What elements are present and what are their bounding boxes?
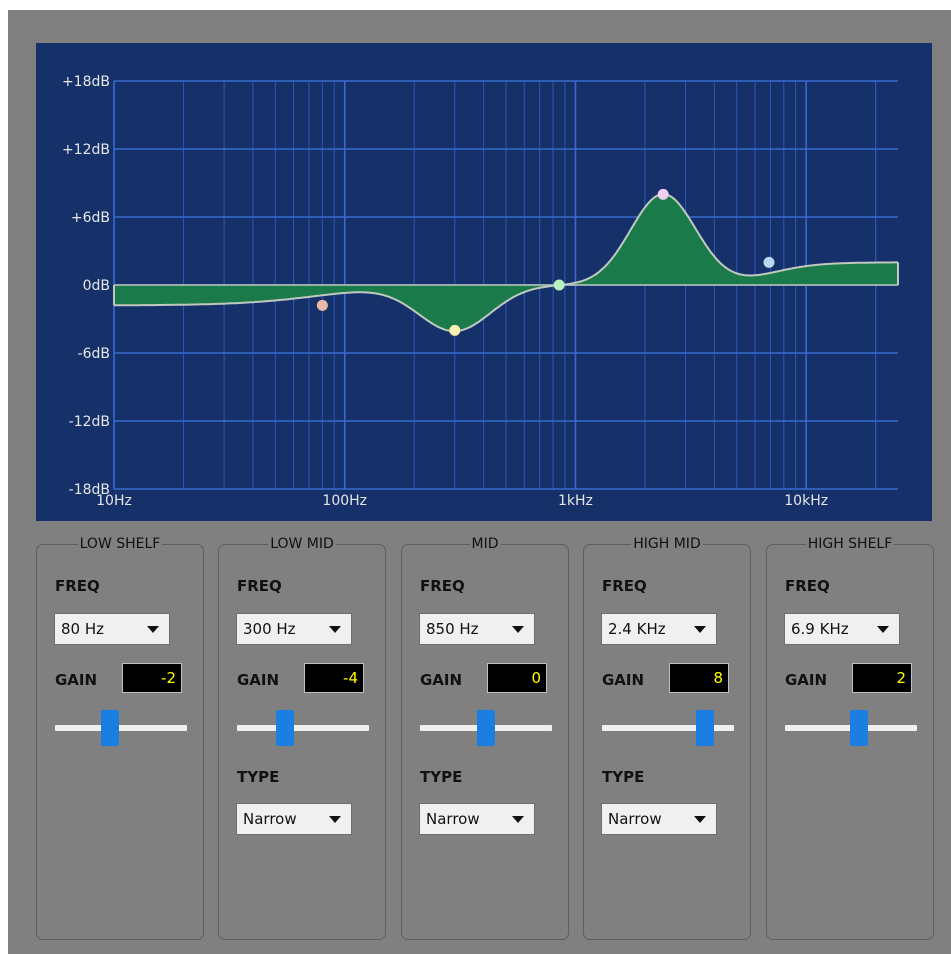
band-handle-dot[interactable] — [763, 256, 775, 268]
type-value: Narrow — [426, 810, 480, 828]
gain-label: GAIN — [237, 671, 280, 689]
chevron-down-icon — [329, 626, 341, 633]
chevron-down-icon — [329, 816, 341, 823]
gain-slider-thumb[interactable] — [275, 710, 294, 746]
gain-slider-thumb[interactable] — [849, 710, 868, 746]
freq-dropdown[interactable]: 80 Hz — [54, 613, 170, 645]
type-dropdown[interactable]: Narrow — [419, 803, 535, 835]
freq-label: FREQ — [420, 577, 465, 595]
x-tick-label: 10kHz — [784, 493, 828, 509]
chevron-down-icon — [512, 816, 524, 823]
band-mid: MID FREQ 850 Hz GAIN 0 TYPE Narrow — [401, 536, 569, 940]
type-value: Narrow — [243, 810, 297, 828]
gain-slider[interactable] — [420, 710, 552, 746]
type-dropdown[interactable]: Narrow — [601, 803, 717, 835]
y-tick-label: -12dB — [69, 414, 110, 430]
y-tick-label: +12dB — [62, 142, 110, 158]
gain-label: GAIN — [785, 671, 828, 689]
freq-label: FREQ — [602, 577, 647, 595]
band-low-shelf: LOW SHELF FREQ 80 Hz GAIN -2 — [36, 536, 204, 940]
band-title: HIGH SHELF — [805, 536, 895, 552]
gain-value[interactable]: -2 — [122, 663, 182, 693]
gain-slider[interactable] — [55, 710, 187, 746]
y-tick-label: 0dB — [83, 278, 110, 294]
gain-label: GAIN — [420, 671, 463, 689]
freq-dropdown[interactable]: 2.4 KHz — [601, 613, 717, 645]
band-title: LOW MID — [268, 536, 336, 552]
band-title: HIGH MID — [631, 536, 703, 552]
x-tick-label: 1kHz — [558, 493, 593, 509]
gain-slider-thumb[interactable] — [695, 710, 714, 746]
band-handle-dot[interactable] — [316, 299, 328, 311]
gain-value[interactable]: 8 — [669, 663, 729, 693]
x-tick-label: 100Hz — [322, 493, 367, 509]
freq-dropdown[interactable]: 850 Hz — [419, 613, 535, 645]
gain-value[interactable]: 2 — [852, 663, 912, 693]
band-high-shelf: HIGH SHELF FREQ 6.9 KHz GAIN 2 — [766, 536, 934, 940]
chevron-down-icon — [694, 816, 706, 823]
chevron-down-icon — [694, 626, 706, 633]
band-low-mid: LOW MID FREQ 300 Hz GAIN -4 TYPE Narrow — [218, 536, 386, 940]
band-high-mid: HIGH MID FREQ 2.4 KHz GAIN 8 TYPE Narrow — [583, 536, 751, 940]
gain-label: GAIN — [55, 671, 98, 689]
type-label: TYPE — [602, 768, 645, 786]
y-tick-label: +6dB — [71, 210, 110, 226]
gain-slider[interactable] — [785, 710, 917, 746]
gain-value[interactable]: -4 — [304, 663, 364, 693]
band-title: LOW SHELF — [77, 536, 163, 552]
band-handle-dot[interactable] — [449, 324, 461, 336]
freq-value: 300 Hz — [243, 620, 296, 638]
band-handle-dot[interactable] — [657, 188, 669, 200]
chevron-down-icon — [512, 626, 524, 633]
x-tick-label: 10Hz — [96, 493, 132, 509]
gain-slider-thumb[interactable] — [477, 710, 495, 746]
band-handle-dot[interactable] — [553, 279, 565, 291]
type-dropdown[interactable]: Narrow — [236, 803, 352, 835]
type-value: Narrow — [608, 810, 662, 828]
freq-value: 2.4 KHz — [608, 620, 666, 638]
type-label: TYPE — [420, 768, 463, 786]
type-label: TYPE — [237, 768, 280, 786]
freq-value: 80 Hz — [61, 620, 105, 638]
gain-slider-thumb[interactable] — [101, 710, 120, 746]
freq-value: 850 Hz — [426, 620, 479, 638]
gain-label: GAIN — [602, 671, 645, 689]
freq-label: FREQ — [785, 577, 830, 595]
y-tick-label: -6dB — [78, 346, 110, 362]
eq-graph-svg: +18dB+12dB+6dB0dB-6dB-12dB-18dB10Hz 100Hz… — [62, 74, 899, 509]
chevron-down-icon — [877, 626, 889, 633]
freq-dropdown[interactable]: 6.9 KHz — [784, 613, 900, 645]
gain-slider[interactable] — [237, 710, 369, 746]
freq-value: 6.9 KHz — [791, 620, 849, 638]
gain-slider[interactable] — [602, 710, 734, 746]
freq-label: FREQ — [55, 577, 100, 595]
freq-label: FREQ — [237, 577, 282, 595]
band-title: MID — [469, 536, 501, 552]
chevron-down-icon — [147, 626, 159, 633]
freq-dropdown[interactable]: 300 Hz — [236, 613, 352, 645]
eq-response-graph[interactable]: +18dB +12dB +6dB 0dB -6dB -12dB -18dB 10Hz 100Hz… — [36, 43, 932, 521]
equalizer-window: +18dB +12dB +6dB 0dB -6dB -12dB -18dB 10Hz 100Hz… — [8, 10, 951, 954]
gain-value[interactable]: 0 — [487, 663, 547, 693]
y-tick-label: +18dB — [62, 74, 110, 90]
